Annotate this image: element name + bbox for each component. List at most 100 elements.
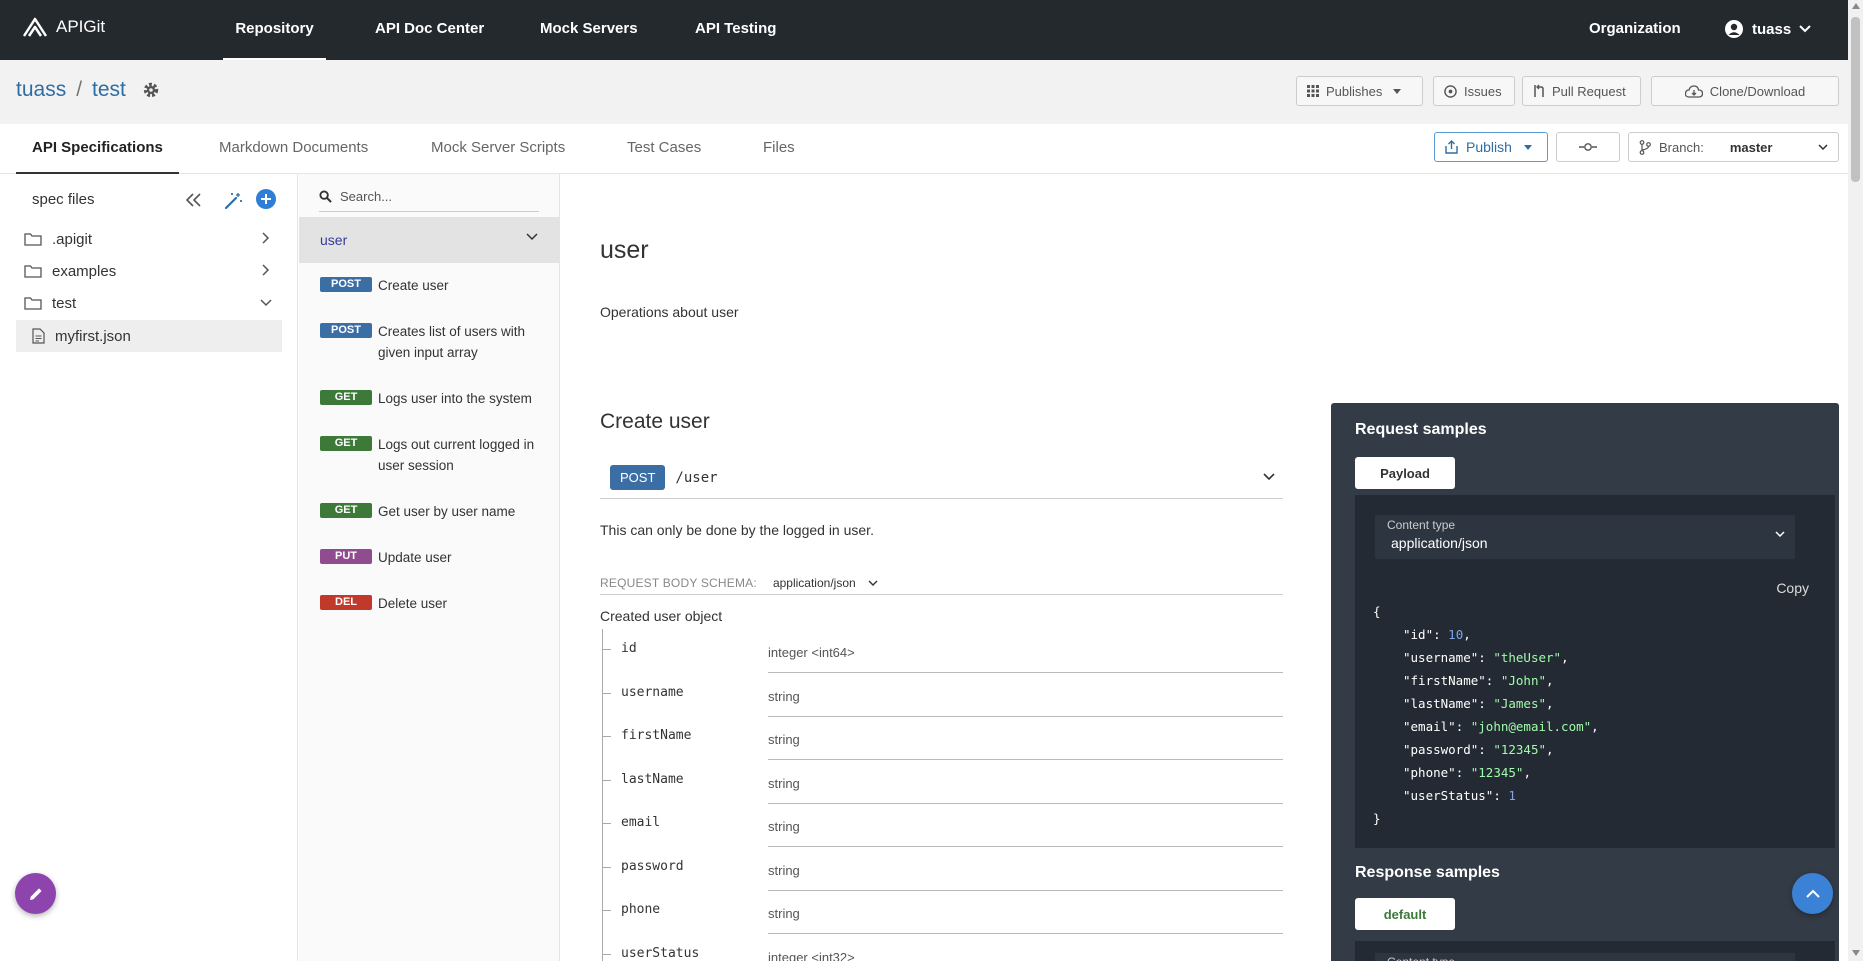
user-avatar-icon (1725, 20, 1743, 38)
method-badge-get: GET (320, 436, 372, 451)
operation-group-user[interactable]: user (299, 217, 560, 263)
issue-icon (1444, 84, 1457, 98)
json-open-brace: { (1373, 604, 1381, 619)
method-badge-post: POST (320, 323, 372, 338)
operation-label: Delete user (378, 596, 448, 611)
field-type: integer <int32> (768, 950, 1283, 961)
schema-field: username string (600, 673, 1283, 717)
default-response-tab[interactable]: default (1355, 898, 1455, 930)
scroll-down-arrow-icon[interactable] (1852, 950, 1860, 956)
tree-folder-examples[interactable]: examples (16, 255, 282, 287)
top-navbar: APIGit Repository API Doc Center Mock Se… (0, 0, 1848, 60)
clone-download-button[interactable]: Clone/Download (1651, 76, 1839, 106)
edit-button[interactable] (15, 873, 56, 914)
chevron-down-icon (868, 580, 878, 586)
field-name: phone (621, 902, 661, 917)
json-line: "id": 10, (1403, 627, 1471, 642)
spec-files-title: spec files (32, 191, 95, 208)
content-type-select[interactable]: Content type application/json (1375, 515, 1795, 559)
samples-panel: Request samples Payload Content type app… (1331, 403, 1839, 961)
schema-field: password string (600, 847, 1283, 891)
tab-markdown-documents[interactable]: Markdown Documents (219, 124, 368, 174)
method-badge-get: GET (320, 503, 372, 518)
field-type: integer <int64> (768, 645, 1283, 673)
repo-name-link[interactable]: test (92, 78, 126, 102)
tree-item-label: test (52, 294, 77, 312)
chevron-down-icon (1799, 25, 1811, 33)
issues-label: Issues (1464, 83, 1502, 99)
publish-button[interactable]: Publish (1434, 132, 1548, 162)
schema-type-value: application/json (772, 575, 856, 590)
breadcrumb-separator: / (76, 78, 83, 101)
field-name: password (621, 859, 684, 874)
search-input[interactable]: Search... (340, 189, 392, 204)
field-type: string (768, 906, 1283, 934)
tab-test-cases[interactable]: Test Cases (627, 124, 701, 174)
operation-login-user[interactable]: GET Logs user into the system (320, 388, 550, 409)
tab-mock-server-scripts[interactable]: Mock Server Scripts (431, 124, 565, 174)
operation-get-user[interactable]: GET Get user by user name (320, 501, 550, 522)
repo-owner-link[interactable]: tuass (16, 78, 66, 102)
tree-folder-test[interactable]: test (16, 287, 282, 319)
schema-field: email string (600, 803, 1283, 847)
collapse-panel-icon[interactable] (186, 193, 202, 207)
json-sample-code[interactable]: { "id": 10, "username": "theUser", "firs… (1373, 600, 1599, 830)
file-tree-panel: spec files .apigit examples test myfirst… (0, 174, 298, 961)
content-type-label: Content type (1387, 518, 1456, 532)
magic-wand-icon[interactable] (223, 191, 243, 211)
branch-icon (1639, 139, 1651, 155)
schema-field: userStatus integer <int32> (600, 934, 1283, 961)
tree-item-label: myfirst.json (55, 327, 131, 345)
tree-file-myfirst-json[interactable]: myfirst.json (16, 320, 282, 352)
json-line: "userStatus": 1 (1403, 788, 1516, 803)
nav-tab-api-doc-center[interactable]: API Doc Center (375, 0, 484, 60)
branch-value: master (1729, 139, 1773, 155)
grid-icon (1307, 85, 1319, 97)
pull-request-button[interactable]: Pull Request (1522, 76, 1641, 106)
tree-folder-apigit[interactable]: .apigit (16, 223, 282, 255)
tree-line (602, 629, 614, 673)
apigit-logo[interactable]: APIGit (22, 16, 105, 38)
response-content-type-label[interactable]: Content type (1375, 953, 1795, 961)
issues-button[interactable]: Issues (1433, 76, 1515, 106)
tab-api-specifications[interactable]: API Specifications (16, 124, 179, 174)
nav-tab-mock-servers[interactable]: Mock Servers (540, 0, 638, 60)
request-body-schema: REQUEST BODY SCHEMA: application/json (600, 571, 1283, 595)
schema-type-select[interactable]: application/json (773, 576, 878, 590)
operation-create-users-list[interactable]: POST Creates list of users with given in… (320, 321, 550, 363)
scroll-to-top-button[interactable] (1792, 873, 1833, 914)
add-file-icon[interactable] (256, 189, 276, 209)
tab-files[interactable]: Files (763, 124, 795, 174)
field-type: string (768, 863, 1283, 891)
branch-selector[interactable]: Branch: master (1628, 132, 1839, 162)
operation-update-user[interactable]: PUT Update user (320, 547, 550, 568)
endpoint-path: /user (675, 469, 718, 486)
scroll-up-arrow-icon[interactable] (1852, 3, 1860, 9)
nav-organization[interactable]: Organization (1589, 0, 1681, 58)
operation-list-panel: Search... user POST Create user POST Cre… (299, 174, 560, 961)
endpoint-method-badge: POST (610, 465, 666, 490)
tree-item-label: examples (52, 262, 117, 280)
copy-button[interactable]: Copy (1776, 580, 1809, 596)
commit-history-button[interactable] (1556, 132, 1620, 162)
endpoint-bar[interactable]: POST /user (600, 457, 1283, 499)
tree-line (602, 760, 614, 804)
publishes-button[interactable]: Publishes (1296, 76, 1423, 106)
page-scrollbar[interactable] (1848, 0, 1863, 961)
operation-create-user[interactable]: POST Create user (320, 275, 550, 296)
nav-tab-repository[interactable]: Repository (223, 0, 326, 60)
field-type: string (768, 819, 1283, 847)
tree-line (602, 803, 614, 847)
scrollbar-thumb[interactable] (1851, 17, 1860, 182)
gear-icon[interactable] (142, 81, 160, 99)
field-type: string (768, 732, 1283, 760)
user-menu[interactable]: tuass (1724, 19, 1811, 39)
chevron-right-icon (262, 264, 270, 276)
operation-delete-user[interactable]: DEL Delete user (320, 593, 550, 614)
payload-tab[interactable]: Payload (1355, 457, 1455, 489)
user-name: tuass (1752, 20, 1792, 38)
search-box[interactable]: Search... (319, 182, 539, 212)
nav-tab-api-testing[interactable]: API Testing (695, 0, 776, 60)
tree-line (602, 890, 614, 934)
operation-logout-user[interactable]: GET Logs out current logged in user sess… (320, 434, 550, 476)
